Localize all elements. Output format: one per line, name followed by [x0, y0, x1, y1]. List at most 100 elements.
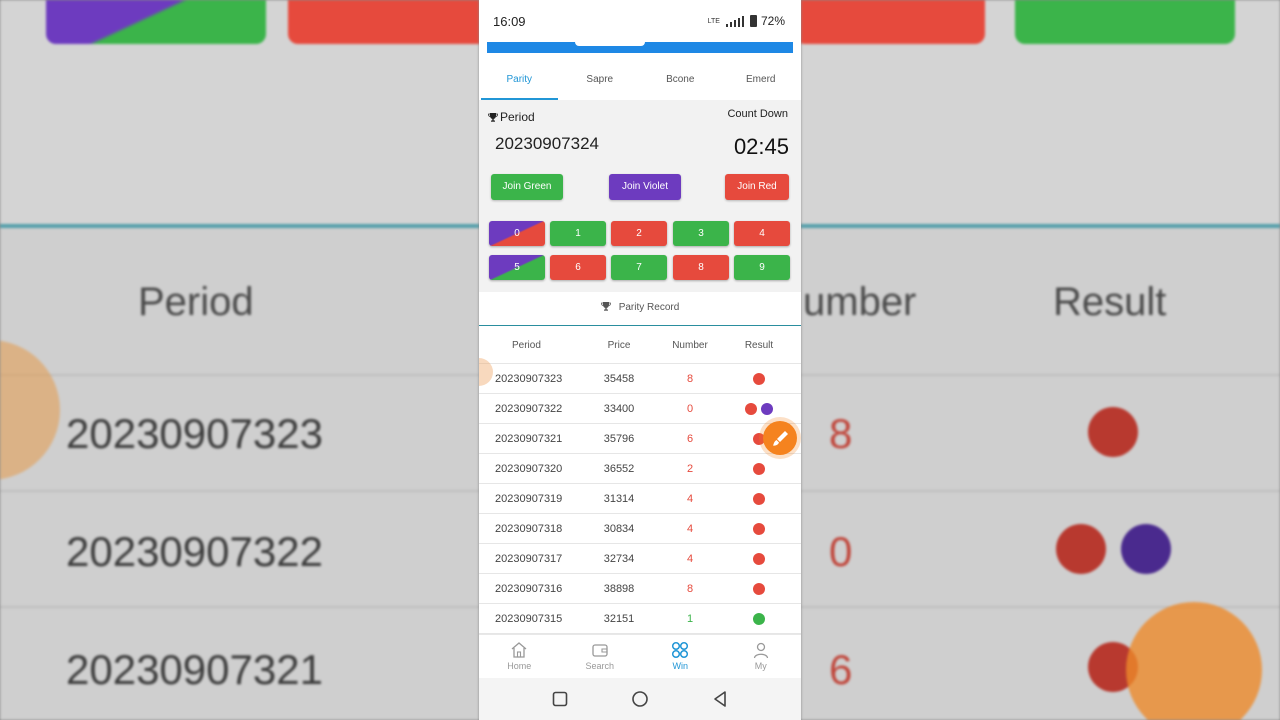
row-number: 1 [686, 612, 694, 625]
header-number: Number [672, 340, 708, 351]
number-button-7[interactable]: 7 [611, 255, 667, 280]
row-price: 32151 [603, 612, 635, 625]
number-button-2[interactable]: 2 [611, 221, 667, 246]
nav-my-label: My [754, 661, 767, 671]
row-price: 35796 [603, 432, 635, 445]
row-price: 32734 [603, 552, 635, 565]
brush-icon [773, 431, 788, 446]
number-button-4[interactable]: 4 [734, 221, 790, 246]
join-green-button[interactable]: Join Green [491, 174, 563, 200]
row-price: 38898 [603, 582, 635, 595]
game-tabs: Parity Sapre Bcone Emerd [479, 62, 801, 100]
nav-win[interactable]: Win [640, 635, 721, 678]
home-icon [511, 642, 527, 658]
row-period: 20230907322 [495, 402, 563, 415]
background-result-dot [1121, 524, 1171, 574]
nav-home[interactable]: Home [479, 635, 560, 678]
table-row: 20230907319 31314 4 [479, 484, 801, 514]
result-dot-red [753, 552, 765, 565]
row-number: 4 [686, 522, 694, 535]
table-row: 20230907321 35796 6 [479, 424, 801, 454]
trophy-icon [488, 113, 498, 122]
row-number: 8 [686, 582, 694, 595]
row-period: 20230907315 [495, 612, 563, 625]
countdown-value: 02:45 [733, 134, 789, 159]
nav-home-label: Home [507, 661, 532, 671]
tab-parity[interactable]: Parity [479, 62, 560, 100]
table-header: Period Price Number Result [479, 328, 801, 364]
background-number-2: 0 [829, 528, 853, 575]
background-tile [46, 0, 266, 44]
nav-win-label: Win [672, 661, 689, 671]
result-dot-red [745, 402, 757, 415]
period-label-group: Period [488, 110, 535, 124]
trophy-icon [600, 302, 611, 311]
number-button-3[interactable]: 3 [673, 221, 729, 246]
status-bar: 16:09 LTE 72% [479, 0, 801, 42]
result-dot-green [753, 612, 765, 625]
table-row: 20230907320 36552 2 [479, 454, 801, 484]
battery-percent: 72% [760, 14, 785, 28]
row-number: 8 [686, 372, 694, 385]
row-period: 20230907320 [495, 462, 563, 475]
table-row: 20230907317 32734 4 [479, 544, 801, 574]
table-row: 20230907318 30834 4 [479, 514, 801, 544]
back-icon[interactable] [711, 690, 729, 708]
brush-fab-button[interactable] [763, 421, 797, 455]
row-result [717, 552, 801, 565]
number-button-8[interactable]: 8 [673, 255, 729, 280]
row-period: 20230907319 [495, 492, 563, 505]
status-time: 16:09 [493, 14, 526, 29]
background-result-header: Result [1053, 280, 1167, 324]
period-label: Period [500, 110, 535, 124]
record-table: Period Price Number Result 20230907323 3… [479, 328, 801, 634]
table-row: 20230907323 35458 8 [479, 364, 801, 394]
background-number-3: 6 [829, 646, 853, 693]
background-left-panel: Period 20230907323 20230907322 202309073… [0, 0, 479, 720]
nav-my[interactable]: My [721, 635, 802, 678]
bottom-navigation: Home Search Win My [479, 634, 801, 678]
row-result [717, 402, 801, 415]
number-button-9[interactable]: 9 [734, 255, 790, 280]
row-price: 31314 [603, 492, 635, 505]
row-price: 33400 [603, 402, 635, 415]
banner-pill [575, 38, 645, 46]
join-violet-button[interactable]: Join Violet [609, 174, 681, 200]
row-number: 6 [686, 432, 694, 445]
parity-record-title: Parity Record [618, 302, 680, 313]
join-red-button[interactable]: Join Red [725, 174, 789, 200]
number-button-5[interactable]: 5 [489, 255, 545, 280]
home-circle-icon[interactable] [631, 690, 649, 708]
tab-bcone[interactable]: Bcone [640, 62, 721, 100]
nav-search[interactable]: Search [560, 635, 641, 678]
row-number: 4 [686, 552, 694, 565]
header-period: Period [512, 340, 541, 351]
row-result [717, 522, 801, 535]
background-period-header: Period [138, 280, 254, 324]
row-result [717, 372, 801, 385]
background-result-dot [1088, 407, 1138, 457]
phone-screen: 16:09 LTE 72% Parity Sapre Bcone Emerd P… [479, 0, 801, 720]
parity-record-header: Parity Record [479, 292, 801, 326]
row-period: 20230907316 [495, 582, 563, 595]
result-dot-red [753, 492, 765, 505]
tab-emerd[interactable]: Emerd [721, 62, 802, 100]
row-period: 20230907321 [495, 432, 563, 445]
table-row: 20230907316 38898 8 [479, 574, 801, 604]
number-button-6[interactable]: 6 [550, 255, 606, 280]
number-button-0[interactable]: 0 [489, 221, 545, 246]
number-button-1[interactable]: 1 [550, 221, 606, 246]
tab-sapre[interactable]: Sapre [560, 62, 641, 100]
period-panel: Period 20230907324 Count Down 02:45 Join… [479, 100, 801, 292]
background-period-1: 20230907323 [66, 410, 323, 457]
header-price: Price [607, 340, 631, 351]
result-dot-violet [761, 402, 773, 415]
user-icon [753, 642, 768, 659]
recents-icon[interactable] [551, 690, 569, 708]
result-dot-red [753, 462, 765, 475]
nav-search-label: Search [585, 661, 615, 671]
row-result [717, 492, 801, 505]
result-dot-red [753, 372, 765, 385]
countdown-label: Count Down [727, 108, 788, 120]
background-tile [1015, 0, 1235, 44]
